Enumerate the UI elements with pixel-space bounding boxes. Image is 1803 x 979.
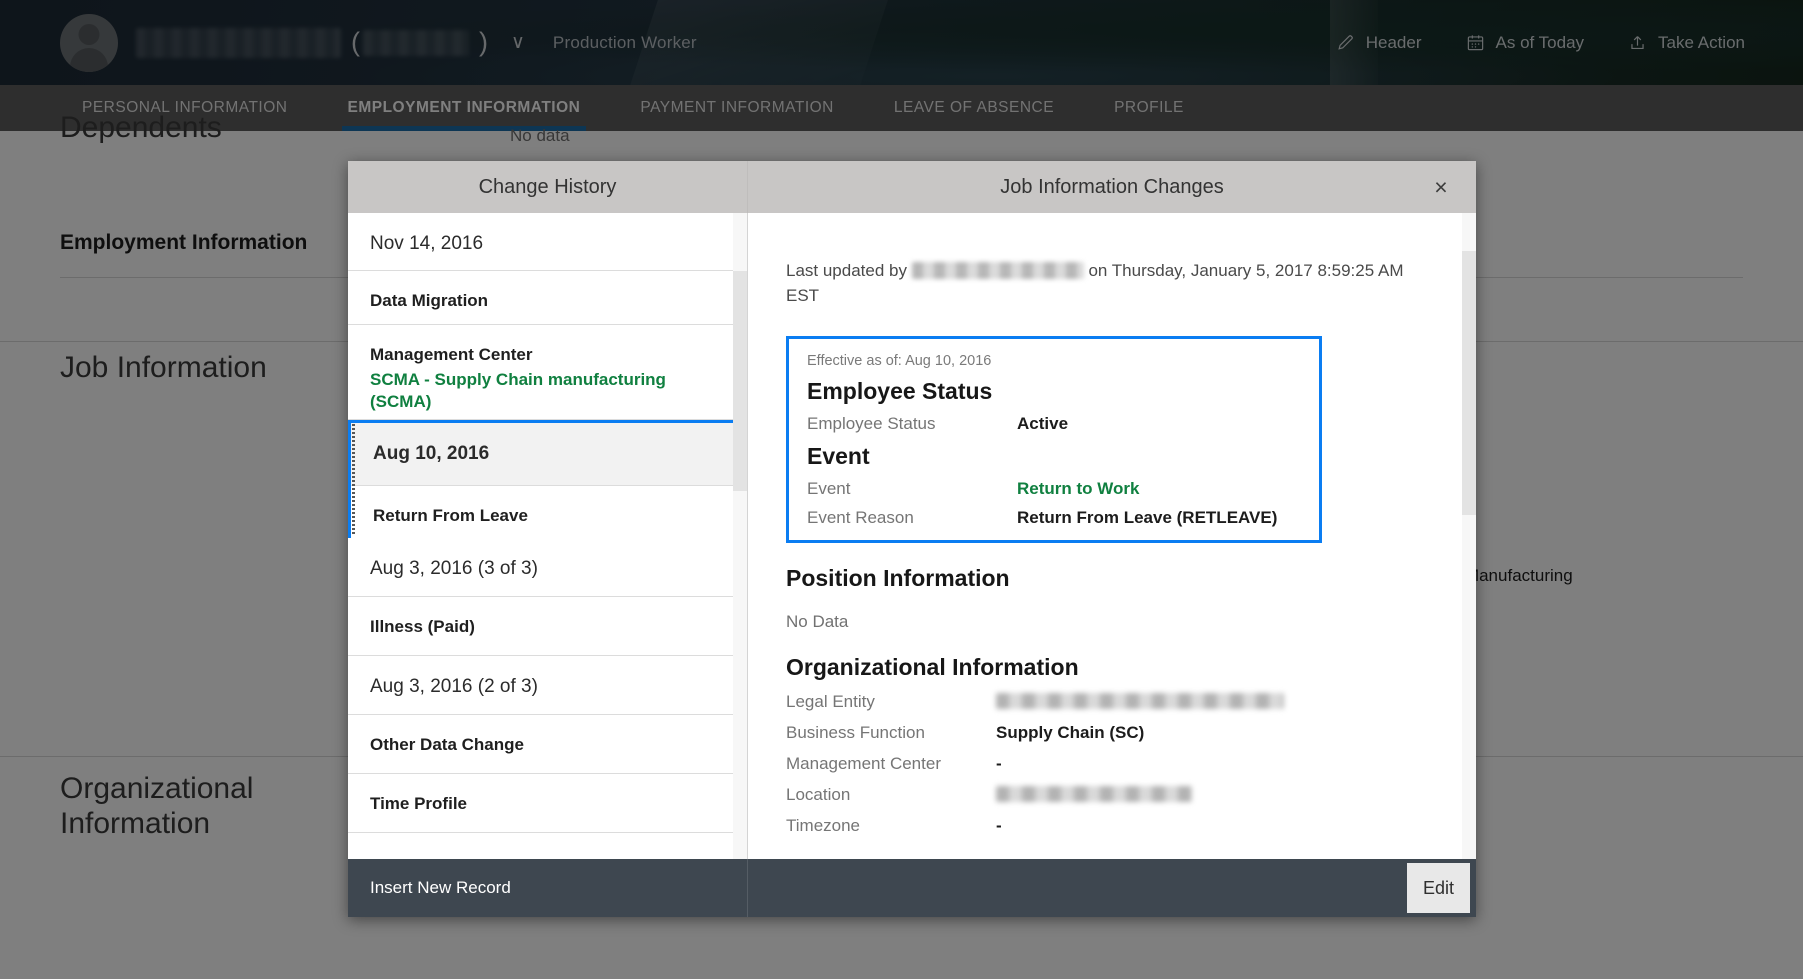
history-event: Other Data Change <box>370 735 524 754</box>
field-label: Legal Entity <box>786 692 875 712</box>
history-scrollbar-track[interactable] <box>733 213 747 859</box>
list-item[interactable]: Aug 3, 2016 (2 of 3) <box>348 656 733 715</box>
list-item[interactable]: Management Center SCMA - Supply Chain ma… <box>348 325 733 420</box>
history-scrollbar-thumb[interactable] <box>733 271 747 491</box>
dialog-header: Change History Job Information Changes × <box>348 161 1476 213</box>
field-row: Employee Status Active <box>807 414 1301 434</box>
field-row: Management Center - <box>786 754 1476 774</box>
field-row: Event Reason Return From Leave (RETLEAVE… <box>807 508 1301 528</box>
history-event: Management Center <box>370 345 533 364</box>
list-item[interactable]: Time Profile <box>348 774 733 833</box>
history-event: Illness (Paid) <box>370 617 475 636</box>
field-value <box>996 785 1192 805</box>
legal-entity-redacted <box>996 693 1284 710</box>
field-label: Management Center <box>786 754 941 774</box>
change-history-scroll: Nov 14, 2016 Data Migration Management C… <box>348 213 747 859</box>
insert-new-record-button[interactable]: Insert New Record <box>348 859 748 917</box>
group-title-employee-status: Employee Status <box>807 378 993 405</box>
history-date: Aug 10, 2016 <box>373 443 490 464</box>
location-redacted <box>996 786 1192 803</box>
field-row: Business Function Supply Chain (SC) <box>786 723 1476 743</box>
edit-button[interactable]: Edit <box>1406 863 1470 913</box>
section-title: Organizational Information <box>786 654 1079 681</box>
history-event: Return From Leave <box>373 506 528 525</box>
dialog-footer: Insert New Record Edit <box>348 859 1476 917</box>
selected-history-group[interactable]: Aug 10, 2016 Return From Leave <box>348 420 746 546</box>
field-row: Legal Entity <box>786 692 1476 712</box>
list-item[interactable]: Aug 3, 2016 (3 of 3) <box>348 538 733 597</box>
history-event: Data Migration <box>370 291 489 310</box>
last-updated-prefix: Last updated by <box>786 261 907 280</box>
list-item-selected-event[interactable]: Return From Leave <box>351 486 743 546</box>
field-value: - <box>996 816 1002 836</box>
details-content: Last updated by on Thursday, January 5, … <box>748 213 1476 836</box>
history-event-detail: SCMA - Supply Chain manufacturing (SCMA) <box>370 370 666 412</box>
organizational-information-section: Organizational Information Legal Entity … <box>786 654 1476 836</box>
field-label: Business Function <box>786 723 925 743</box>
details-scrollbar-thumb[interactable] <box>1462 251 1476 515</box>
job-information-details: Last updated by on Thursday, January 5, … <box>748 213 1476 859</box>
field-value: Active <box>1017 414 1069 434</box>
last-updated-user-redacted <box>911 262 1084 279</box>
field-label: Location <box>786 785 851 805</box>
change-history-dialog: Change History Job Information Changes ×… <box>348 161 1476 917</box>
organizational-rows: Legal Entity Business Function Supply Ch… <box>786 692 1476 836</box>
dialog-body: Nov 14, 2016 Data Migration Management C… <box>348 213 1476 859</box>
field-label: Event <box>807 479 851 499</box>
effective-as-of: Effective as of: Aug 10, 2016 <box>807 353 992 370</box>
footer-actions: Edit <box>748 859 1476 917</box>
position-no-data: No Data <box>786 612 849 632</box>
field-value: - <box>996 754 1002 774</box>
position-information-section: Position Information No Data <box>786 565 1476 632</box>
field-row: Timezone - <box>786 816 1476 836</box>
field-value: Return From Leave (RETLEAVE) <box>1017 508 1278 528</box>
list-item[interactable]: Illness (Paid) <box>348 597 733 656</box>
field-value <box>996 692 1284 712</box>
group-title-event: Event <box>807 443 870 470</box>
dialog-title-right-wrap: Job Information Changes × <box>748 161 1476 213</box>
details-scrollbar-track[interactable] <box>1462 213 1476 859</box>
history-date: Aug 3, 2016 (2 of 3) <box>370 676 538 697</box>
history-event: Time Profile <box>370 794 467 813</box>
field-value: Return to Work <box>1017 479 1140 499</box>
last-updated-text: Last updated by on Thursday, January 5, … <box>786 259 1426 308</box>
close-icon[interactable]: × <box>1428 174 1454 200</box>
list-item[interactable]: Data Migration <box>348 271 733 325</box>
change-history-list: Nov 14, 2016 Data Migration Management C… <box>348 213 748 859</box>
history-date: Nov 14, 2016 <box>370 233 484 254</box>
field-value: Supply Chain (SC) <box>996 723 1145 743</box>
field-label: Employee Status <box>807 414 936 434</box>
field-row: Location <box>786 785 1476 805</box>
section-title: Position Information <box>786 565 1010 592</box>
list-item-selected-date[interactable]: Aug 10, 2016 <box>351 423 743 486</box>
field-label: Event Reason <box>807 508 914 528</box>
history-date: Aug 3, 2016 (3 of 3) <box>370 558 538 579</box>
dialog-title-left: Change History <box>348 161 748 213</box>
list-item[interactable]: Other Data Change <box>348 715 733 774</box>
field-row: Event Return to Work <box>807 479 1301 499</box>
field-label: Timezone <box>786 816 861 836</box>
dialog-title-right: Job Information Changes <box>1000 175 1224 198</box>
highlighted-change-box: Effective as of: Aug 10, 2016 Employee S… <box>786 336 1322 544</box>
list-item[interactable]: Nov 14, 2016 <box>348 213 733 271</box>
